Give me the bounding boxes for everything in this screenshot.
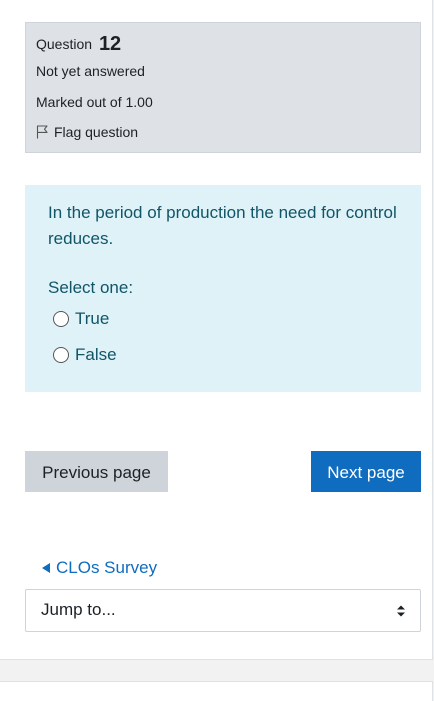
next-section-card xyxy=(0,681,433,701)
question-text: In the period of production the need for… xyxy=(48,203,397,248)
previous-activity-link[interactable]: CLOs Survey xyxy=(42,558,157,578)
select-caret-icon xyxy=(396,603,406,617)
question-state: Not yet answered xyxy=(36,63,145,79)
jump-to-select[interactable]: Jump to... xyxy=(25,589,421,632)
jump-to-label: Jump to... xyxy=(41,600,116,619)
question-info-panel: Question 12 Not yet answered Marked out … xyxy=(25,22,421,153)
answer-option-true[interactable]: True xyxy=(53,309,109,329)
radio-button-true[interactable] xyxy=(53,311,69,327)
question-number-value: 12 xyxy=(98,33,122,55)
radio-button-false[interactable] xyxy=(53,347,69,363)
flag-question-label: Flag question xyxy=(54,124,139,140)
answer-option-false[interactable]: False xyxy=(53,345,117,365)
previous-page-button[interactable]: Previous page xyxy=(25,451,168,492)
caret-left-icon xyxy=(42,563,50,573)
flag-question-link[interactable]: Flag question xyxy=(36,124,138,140)
question-page: Question 12 Not yet answered Marked out … xyxy=(0,0,433,660)
flag-icon xyxy=(36,125,48,139)
answer-option-label: False xyxy=(75,345,117,364)
next-page-button[interactable]: Next page xyxy=(311,451,421,492)
answer-option-label: True xyxy=(75,309,110,328)
question-grade: Marked out of 1.00 xyxy=(36,94,153,110)
question-number: Question 12 xyxy=(36,33,121,55)
answer-prompt: Select one: xyxy=(48,278,134,297)
previous-activity-label: CLOs Survey xyxy=(56,558,158,577)
question-label: Question xyxy=(36,36,93,52)
question-content: In the period of production the need for… xyxy=(25,185,421,392)
